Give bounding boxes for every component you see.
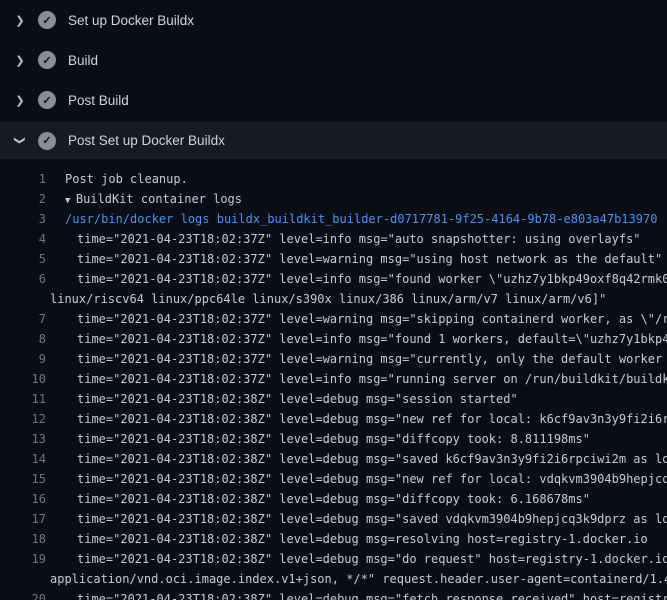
log-line-number[interactable]: 14 bbox=[0, 449, 46, 469]
log-line: 19 time="2021-04-23T18:02:38Z" level=deb… bbox=[0, 549, 667, 569]
log-line-number[interactable]: 20 bbox=[0, 589, 46, 600]
step-label: Post Set up Docker Buildx bbox=[68, 133, 225, 148]
log-line: 3 /usr/bin/docker logs buildx_buildkit_b… bbox=[0, 209, 667, 229]
log-line-number[interactable]: 9 bbox=[0, 349, 46, 369]
log-line-number[interactable]: 2 bbox=[0, 189, 46, 209]
log-line-text: time="2021-04-23T18:02:38Z" level=debug … bbox=[46, 589, 667, 600]
log-line-number[interactable]: 16 bbox=[0, 489, 46, 509]
log-line-text: time="2021-04-23T18:02:37Z" level=info m… bbox=[46, 269, 667, 289]
log-line-number[interactable]: 13 bbox=[0, 429, 46, 449]
chevron-icon: ❯ bbox=[13, 14, 27, 27]
log-line-number[interactable]: 7 bbox=[0, 309, 46, 329]
log-line: 6 time="2021-04-23T18:02:37Z" level=info… bbox=[0, 269, 667, 289]
log-line: 18 time="2021-04-23T18:02:38Z" level=deb… bbox=[0, 529, 667, 549]
log-line-number bbox=[0, 289, 46, 309]
log-line-text: /usr/bin/docker logs buildx_buildkit_bui… bbox=[46, 209, 657, 229]
log-line-text: time="2021-04-23T18:02:37Z" level=info m… bbox=[46, 329, 667, 349]
log-line-number[interactable]: 3 bbox=[0, 209, 46, 229]
step-header-post-build[interactable]: ❯ ✓ Post Build bbox=[0, 80, 667, 120]
log-line-text: time="2021-04-23T18:02:37Z" level=info m… bbox=[46, 369, 667, 389]
log-line: 11 time="2021-04-23T18:02:38Z" level=deb… bbox=[0, 389, 667, 409]
log-line-text: time="2021-04-23T18:02:37Z" level=warnin… bbox=[46, 249, 662, 269]
log-line: 9 time="2021-04-23T18:02:37Z" level=warn… bbox=[0, 349, 667, 369]
log-line: linux/riscv64 linux/ppc64le linux/s390x … bbox=[0, 289, 667, 309]
check-circle-icon: ✓ bbox=[38, 51, 56, 69]
steps-list: ❯ ✓ Set up Docker Buildx ❯ ✓ Build ❯ ✓ P… bbox=[0, 0, 667, 159]
log-line-number[interactable]: 11 bbox=[0, 389, 46, 409]
log-lines-container: 1 Post job cleanup. 2 ▼ BuildKit contain… bbox=[0, 159, 667, 600]
log-line-text: time="2021-04-23T18:02:38Z" level=debug … bbox=[46, 549, 667, 569]
log-line-text: time="2021-04-23T18:02:37Z" level=info m… bbox=[46, 229, 641, 249]
log-line-text: time="2021-04-23T18:02:38Z" level=debug … bbox=[46, 469, 667, 489]
step-label: Post Build bbox=[68, 93, 129, 108]
log-line: 8 time="2021-04-23T18:02:37Z" level=info… bbox=[0, 329, 667, 349]
log-line-number[interactable]: 8 bbox=[0, 329, 46, 349]
log-line-number[interactable]: 17 bbox=[0, 509, 46, 529]
log-line-text: Post job cleanup. bbox=[46, 169, 188, 189]
step-header-post-set-up-docker-buildx[interactable]: ❯ ✓ Post Set up Docker Buildx bbox=[0, 122, 667, 159]
log-line: 20 time="2021-04-23T18:02:38Z" level=deb… bbox=[0, 589, 667, 600]
chevron-icon: ❯ bbox=[13, 54, 27, 67]
log-line: 16 time="2021-04-23T18:02:38Z" level=deb… bbox=[0, 489, 667, 509]
log-line-text: time="2021-04-23T18:02:38Z" level=debug … bbox=[46, 509, 667, 529]
chevron-icon: ❯ bbox=[13, 94, 27, 107]
log-line: 4 time="2021-04-23T18:02:37Z" level=info… bbox=[0, 229, 667, 249]
log-line: 1 Post job cleanup. bbox=[0, 169, 667, 189]
log-line: 2 ▼ BuildKit container logs bbox=[0, 189, 667, 209]
check-circle-icon: ✓ bbox=[38, 11, 56, 29]
log-line-number[interactable]: 19 bbox=[0, 549, 46, 569]
log-line-number[interactable]: 18 bbox=[0, 529, 46, 549]
check-circle-icon: ✓ bbox=[38, 132, 56, 150]
step-label: Build bbox=[68, 53, 98, 68]
log-line-text: linux/riscv64 linux/ppc64le linux/s390x … bbox=[46, 289, 606, 309]
log-line: 17 time="2021-04-23T18:02:38Z" level=deb… bbox=[0, 509, 667, 529]
log-line-text: time="2021-04-23T18:02:38Z" level=debug … bbox=[46, 409, 667, 429]
log-line-number[interactable]: 4 bbox=[0, 229, 46, 249]
log-line-text: time="2021-04-23T18:02:37Z" level=warnin… bbox=[46, 309, 667, 329]
chevron-icon: ❯ bbox=[14, 134, 27, 148]
log-line-text: time="2021-04-23T18:02:38Z" level=debug … bbox=[46, 389, 518, 409]
log-line-text: time="2021-04-23T18:02:38Z" level=debug … bbox=[46, 489, 590, 509]
log-line: 7 time="2021-04-23T18:02:37Z" level=warn… bbox=[0, 309, 667, 329]
log-line-number[interactable]: 1 bbox=[0, 169, 46, 189]
log-line: 12 time="2021-04-23T18:02:38Z" level=deb… bbox=[0, 409, 667, 429]
log-line-number[interactable]: 10 bbox=[0, 369, 46, 389]
log-line-text: application/vnd.oci.image.index.v1+json,… bbox=[46, 569, 667, 589]
step-header-build[interactable]: ❯ ✓ Build bbox=[0, 40, 667, 80]
log-line-number[interactable]: 12 bbox=[0, 409, 46, 429]
log-line-number bbox=[0, 569, 46, 589]
log-line: 5 time="2021-04-23T18:02:37Z" level=warn… bbox=[0, 249, 667, 269]
log-line: 13 time="2021-04-23T18:02:38Z" level=deb… bbox=[0, 429, 667, 449]
log-line-text: time="2021-04-23T18:02:38Z" level=debug … bbox=[46, 449, 667, 469]
log-line-number[interactable]: 5 bbox=[0, 249, 46, 269]
check-circle-icon: ✓ bbox=[38, 91, 56, 109]
step-header-set-up-docker-buildx[interactable]: ❯ ✓ Set up Docker Buildx bbox=[0, 0, 667, 40]
log-line: application/vnd.oci.image.index.v1+json,… bbox=[0, 569, 667, 589]
log-line: 15 time="2021-04-23T18:02:38Z" level=deb… bbox=[0, 469, 667, 489]
group-collapse-triangle-icon[interactable]: ▼ bbox=[65, 196, 76, 206]
log-line-text: time="2021-04-23T18:02:38Z" level=debug … bbox=[46, 529, 648, 549]
log-line-text: time="2021-04-23T18:02:37Z" level=warnin… bbox=[46, 349, 667, 369]
log-line: 10 time="2021-04-23T18:02:37Z" level=inf… bbox=[0, 369, 667, 389]
log-line-number[interactable]: 15 bbox=[0, 469, 46, 489]
log-line-text: time="2021-04-23T18:02:38Z" level=debug … bbox=[46, 429, 590, 449]
step-label: Set up Docker Buildx bbox=[68, 13, 194, 28]
log-line-text: ▼ BuildKit container logs bbox=[46, 189, 242, 209]
log-line-number[interactable]: 6 bbox=[0, 269, 46, 289]
log-line: 14 time="2021-04-23T18:02:38Z" level=deb… bbox=[0, 449, 667, 469]
